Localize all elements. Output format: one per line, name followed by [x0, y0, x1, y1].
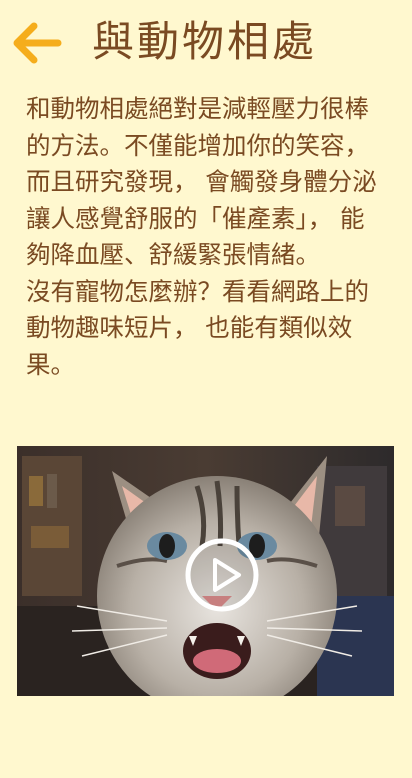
article-body: 和動物相處絕對是減輕壓力很棒的方法。不僅能增加你的笑容， 而且研究發現， 會觸發… — [26, 91, 386, 383]
play-icon — [185, 538, 259, 612]
paragraph-no-pet: 沒有寵物怎麼辦？看看網路上的動物趣味短片， 也能有類似效果。 — [26, 276, 369, 379]
arrow-left-icon — [13, 22, 62, 64]
page-title: 與動物相處 — [92, 17, 318, 66]
back-button[interactable] — [10, 18, 64, 68]
play-button[interactable] — [183, 536, 261, 614]
video-player[interactable] — [17, 446, 394, 696]
header: 與動物相處 — [0, 0, 412, 90]
paragraph-intro: 和動物相處絕對是減輕壓力很棒的方法。不僅能增加你的笑容， 而且研究發現， 會觸發… — [26, 94, 377, 269]
